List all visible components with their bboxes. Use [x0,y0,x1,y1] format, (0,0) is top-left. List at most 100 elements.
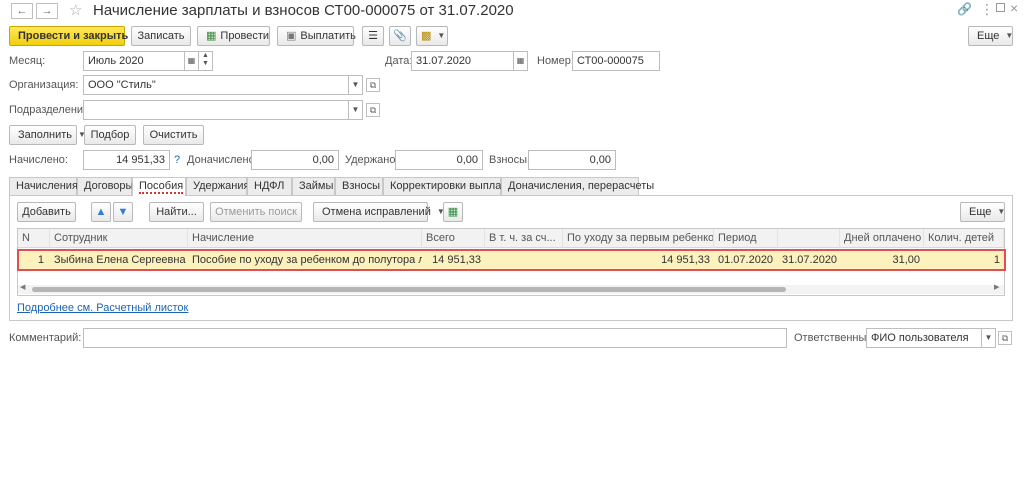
responsible-input[interactable]: ФИО пользователя [866,328,982,348]
back-button[interactable]: ← [11,3,33,19]
open-link-icon[interactable]: ⧉ [366,103,380,117]
window-title: Начисление зарплаты и взносов СТ00-00007… [93,2,514,19]
column-header[interactable]: Период [714,229,778,248]
month-stepper[interactable]: ▲ ▼ [199,51,213,71]
tab-benefits-label: Пособия [139,180,184,194]
comment-label: Комментарий: [9,332,82,344]
number-label: Номер: [537,55,574,67]
maximize-icon[interactable] [996,3,1005,12]
days-paid-cell[interactable]: 31,00 [840,251,924,269]
contributions-value: 0,00 [528,150,616,170]
spreadsheet-icon: ▦ [447,206,459,218]
tab-contributions[interactable]: Взносы [335,177,383,195]
document-icon: ☰ [368,30,378,42]
column-header[interactable]: Дней оплачено [840,229,924,248]
chevron-down-icon[interactable]: ▼ [349,100,363,120]
chevron-down-icon: ▼ [997,207,1006,216]
column-header[interactable]: Начисление [188,229,422,248]
report-button[interactable]: ☰ [362,26,384,46]
month-input[interactable]: Июль 2020 [83,51,185,71]
grid-more-label: Еще [969,206,992,218]
clear-button[interactable]: Очистить [143,125,204,145]
column-header[interactable]: В т. ч. за сч... [485,229,563,248]
move-down-button[interactable]: ▼ [113,202,133,222]
select-button[interactable]: Подбор [84,125,136,145]
pay-slip-link[interactable]: Подробнее см. Расчетный листок [17,302,188,314]
fill-button[interactable]: Заполнить ▼ [9,125,86,145]
period-end-cell[interactable]: 31.07.2020 [778,251,840,269]
total-cell[interactable]: 14 951,33 [422,251,485,269]
pay-label: Выплатить [300,30,356,42]
calendar-icon[interactable]: ▦ [514,51,528,71]
paperclip-icon: 📎 [393,30,407,42]
first-child-care-cell[interactable]: 14 951,33 [563,251,714,269]
add-row-button[interactable]: Добавить [17,202,76,222]
department-input[interactable] [83,100,349,120]
including-cell[interactable] [485,251,563,269]
withheld-value: 0,00 [395,150,483,170]
tab-payment-corrections[interactable]: Корректировки выплаты [383,177,514,195]
scrollbar-thumb[interactable] [32,287,786,292]
chevron-down-icon: ▼ [437,31,446,40]
forward-button[interactable]: → [36,3,58,19]
tab-benefits[interactable]: Пособия [132,177,186,196]
arrow-down-icon: ▼ [117,206,129,218]
tab-deductions[interactable]: Удержания [186,177,249,195]
find-button[interactable]: Найти... [149,202,204,222]
more-button[interactable]: Еще ▼ [968,26,1013,46]
menu-dots-icon[interactable]: ⋮ [980,1,994,18]
chevron-down-icon: ▼ [1005,31,1014,40]
contributions-label: Взносы: [489,154,531,166]
pay-icon: ▣ [286,30,297,42]
accrued-value: 14 951,33 [83,150,170,170]
save-button[interactable]: Записать [131,26,191,46]
fill-label: Заполнить [18,129,73,141]
spreadsheet-button[interactable]: ▦ [443,202,463,222]
column-header[interactable]: По уходу за первым ребенком [563,229,714,248]
horizontal-scrollbar[interactable]: ◀ ▶ [18,283,1004,294]
post-and-close-button[interactable]: Провести и закрыть [9,26,128,46]
tab-accruals[interactable]: Начисления [9,177,78,195]
chevron-down-icon[interactable]: ▼ [982,328,996,348]
print-menu-button[interactable]: ▩ ▼ [416,26,448,46]
comment-input[interactable] [83,328,787,348]
open-link-icon[interactable]: ⧉ [366,78,380,92]
cancel-search-button[interactable]: Отменить поиск [210,202,302,222]
cancel-corrections-label: Отмена исправлений [322,206,431,218]
favorite-star-icon[interactable]: ☆ [69,1,82,19]
tab-contracts[interactable]: Договоры [77,177,133,195]
scroll-left-icon[interactable]: ◀ [20,283,25,291]
close-icon[interactable]: × [1010,0,1018,16]
help-icon[interactable]: ? [174,150,180,170]
pay-button[interactable]: ▣ Выплатить [277,26,356,46]
open-link-icon[interactable]: ⧉ [998,331,1012,345]
post-button[interactable]: ▦ Провести [197,26,270,46]
column-header[interactable]: Сотрудник [50,229,188,248]
number-input[interactable]: СТ00-000075 [572,51,660,71]
tab-loans[interactable]: Займы [292,177,335,195]
extra-accrued-label: Доначислено: [187,154,258,166]
cancel-corrections-button[interactable]: Отмена исправлений ▼ [313,202,445,222]
scroll-right-icon[interactable]: ▶ [994,283,999,291]
date-input[interactable]: 31.07.2020 [411,51,514,71]
grid-more-button[interactable]: Еще ▼ [960,202,1005,222]
column-header[interactable] [778,229,840,248]
tab-ndfl[interactable]: НДФЛ [247,177,292,195]
tab-recalculations[interactable]: Доначисления, перерасчеты [501,177,654,195]
period-start-cell[interactable]: 01.07.2020 [714,251,778,269]
chevron-down-icon[interactable]: ▼ [349,75,363,95]
link-icon[interactable]: 🔗 [957,2,972,16]
move-up-button[interactable]: ▲ [91,202,111,222]
employee-cell[interactable]: Зыбина Елена Сергеевна [50,251,188,269]
column-header[interactable]: N [18,229,50,248]
title-bar: ← → ☆ Начисление зарплаты и взносов СТ00… [0,0,1024,22]
column-header[interactable]: Колич. детей [924,229,1004,248]
accrual-cell[interactable]: Пособие по уходу за ребенком до полутора… [188,251,422,269]
attach-button[interactable]: 📎 [389,26,411,46]
post-label: Провести [220,30,270,42]
row-number: 1 [37,254,44,266]
organization-input[interactable]: ООО "Стиль" [83,75,349,95]
children-count-cell[interactable]: 1 [924,251,1004,269]
calendar-icon[interactable]: ▦ [185,51,199,71]
column-header[interactable]: Всего [422,229,485,248]
